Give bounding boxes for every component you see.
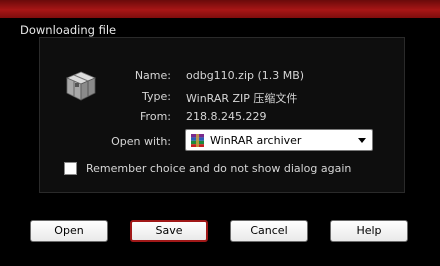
dialog-title: Downloading file xyxy=(20,23,117,37)
file-source-value: 218.8.245.229 xyxy=(186,110,267,123)
open-with-value: WinRAR archiver xyxy=(210,134,302,147)
chevron-down-icon[interactable] xyxy=(358,138,366,143)
cancel-button[interactable]: Cancel xyxy=(230,220,308,242)
winrar-icon xyxy=(191,134,204,147)
from-label: From: xyxy=(140,110,171,123)
open-with-select[interactable]: WinRAR archiver xyxy=(185,129,373,151)
file-type-value: WinRAR ZIP 压缩文件 xyxy=(186,92,298,105)
name-label: Name: xyxy=(134,69,171,82)
open-button[interactable]: Open xyxy=(30,220,108,242)
window-titlebar[interactable] xyxy=(0,0,440,18)
type-label: Type: xyxy=(142,90,171,103)
file-name-value: odbg110.zip (1.3 MB) xyxy=(186,69,305,82)
help-button[interactable]: Help xyxy=(330,220,408,242)
remember-choice-checkbox[interactable] xyxy=(64,162,77,175)
open-with-label: Open with: xyxy=(111,135,171,148)
save-button[interactable]: Save xyxy=(130,220,208,242)
remember-choice-label[interactable]: Remember choice and do not show dialog a… xyxy=(86,162,351,175)
